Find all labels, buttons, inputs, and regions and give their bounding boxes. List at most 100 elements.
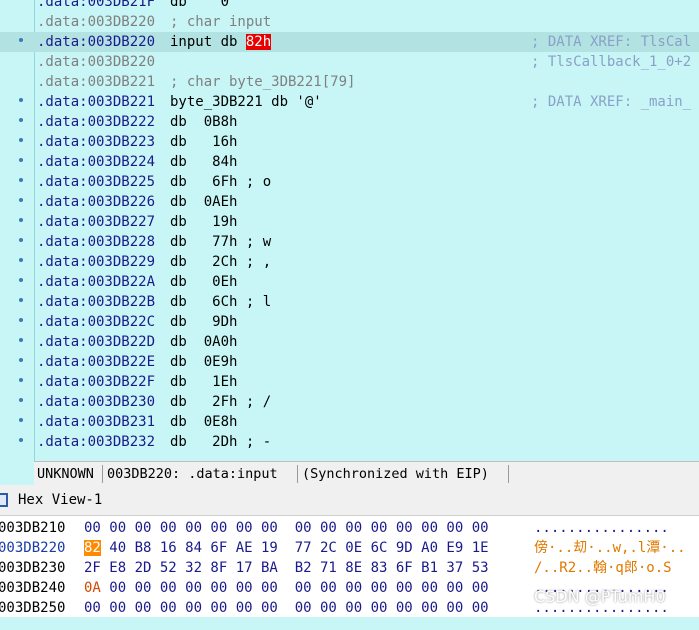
- disasm-line[interactable]: .data:003DB222 db 0B8h: [0, 112, 699, 132]
- disasm-line[interactable]: .data:003DB22A db 0Eh: [0, 272, 699, 292]
- disasm-code-text: db 2Fh ; /: [170, 394, 272, 410]
- disasm-address: .data:003DB221: [37, 74, 156, 90]
- hex-byte-highlight[interactable]: 82: [84, 540, 101, 556]
- hex-bytes[interactable]: 00 00 00 00 00 00 00 00 00 00 00 00 00 0…: [84, 518, 489, 538]
- disasm-code: db 0: [170, 0, 229, 12]
- breakpoint-dot-icon[interactable]: [19, 118, 23, 122]
- disasm-line[interactable]: .data:003DB225 db 6Fh ; o: [0, 172, 699, 192]
- disasm-line[interactable]: .data:003DB230 db 2Fh ; /: [0, 392, 699, 412]
- disassembly-view[interactable]: .data:003DB21F db 0 .data:003DB220 ; char i…: [0, 0, 699, 461]
- disasm-code-text: ; char input: [170, 14, 272, 30]
- breakpoint-dot-icon[interactable]: [19, 418, 23, 422]
- disasm-line[interactable]: .data:003DB220 ; char input: [0, 12, 699, 32]
- breakpoint-dot-icon[interactable]: [19, 158, 23, 162]
- disasm-address: .data:003DB225: [37, 174, 156, 190]
- disasm-code: db 0AEh: [170, 192, 237, 212]
- disasm-line[interactable]: .data:003DB21F db 0: [0, 0, 699, 12]
- disasm-line[interactable]: .data:003DB227 db 19h: [0, 212, 699, 232]
- disasm-code-text: db 19h: [170, 214, 238, 230]
- disasm-line[interactable]: .data:003DB22C db 9Dh: [0, 312, 699, 332]
- breakpoint-dot-icon[interactable]: [19, 178, 23, 182]
- hex-row[interactable]: 003DB220 82 40 B8 16 84 6F AE 19 77 2C 0E…: [0, 538, 699, 558]
- disasm-line[interactable]: .data:003DB224 db 84h: [0, 152, 699, 172]
- disasm-line[interactable]: .data:003DB22F db 1Eh: [0, 372, 699, 392]
- status-sync: (Synchronized with EIP): [302, 466, 489, 482]
- disasm-code-text: db 0A0h: [170, 334, 238, 350]
- disasm-line[interactable]: .data:003DB22E db 0E9h: [0, 352, 699, 372]
- disasm-line[interactable]: .data:003DB226 db 0AEh: [0, 192, 699, 212]
- disasm-code: db 2Ch ; ,: [170, 252, 271, 272]
- breakpoint-dot-icon[interactable]: [19, 338, 23, 342]
- disasm-address: .data:003DB221: [37, 94, 156, 110]
- disasm-code-text: db 77h ; w: [170, 234, 272, 250]
- disasm-line[interactable]: .data:003DB221 byte_3DB221 db '@' ; DATA X…: [0, 92, 699, 112]
- disasm-code: db 6Fh ; o: [170, 172, 271, 192]
- disasm-line[interactable]: .data:003DB228 db 77h ; w: [0, 232, 699, 252]
- status-location: 003DB220: .data:input: [107, 466, 278, 482]
- breakpoint-dot-icon[interactable]: [19, 278, 23, 282]
- hex-row[interactable]: 003DB230 2F E8 2D 52 32 8F 17 BA B2 71 8E…: [0, 558, 699, 578]
- hex-bytes[interactable]: 82 40 B8 16 84 6F AE 19 77 2C 0E 6C 9D A…: [84, 538, 489, 558]
- status-mode: UNKNOWN: [37, 466, 94, 482]
- disasm-code-text: db 0AEh: [170, 194, 238, 210]
- disasm-code-text: db 0E8h: [170, 414, 238, 430]
- hex-row[interactable]: 003DB210 00 00 00 00 00 00 00 00 00 00 00…: [0, 518, 699, 538]
- disasm-address: .data:003DB224: [37, 154, 156, 170]
- hex-byte-values: 00 00 00 00 00 00 00 00 00 00 00 00 00 0…: [100, 580, 489, 596]
- disasm-address: .data:003DB22C: [37, 314, 156, 330]
- breakpoint-dot-icon[interactable]: [19, 398, 23, 402]
- disasm-line[interactable]: .data:003DB22D db 0A0h: [0, 332, 699, 352]
- disasm-address: .data:003DB231: [37, 414, 156, 430]
- xref-comment[interactable]: ; DATA XREF: _main_: [531, 92, 691, 112]
- disasm-code: db 6Ch ; l: [170, 292, 271, 312]
- disasm-address: .data:003DB222: [37, 114, 156, 130]
- hex-bytes[interactable]: 2F E8 2D 52 32 8F 17 BA B2 71 8E 83 6F B…: [84, 558, 489, 578]
- disasm-address: .data:003DB22F: [37, 374, 156, 390]
- disasm-code: byte_3DB221 db '@': [170, 92, 322, 112]
- disasm-code-text: db 6Ch ; l: [170, 294, 272, 310]
- breakpoint-dot-icon[interactable]: [19, 198, 23, 202]
- breakpoint-dot-icon[interactable]: [19, 358, 23, 362]
- disasm-line[interactable]: .data:003DB229 db 2Ch ; ,: [0, 252, 699, 272]
- breakpoint-dot-icon[interactable]: [19, 138, 23, 142]
- breakpoint-dot-icon[interactable]: [19, 38, 23, 42]
- hex-view-header[interactable]: Hex View-1: [0, 485, 699, 516]
- disasm-code: db 16h: [170, 132, 237, 152]
- hex-byte-values: 00 00 00 00 00 00 00 00 00 00 00 00 00 0…: [84, 520, 489, 536]
- hex-address: 003DB210: [0, 520, 66, 536]
- breakpoint-dot-icon[interactable]: [19, 258, 23, 262]
- breakpoint-dot-icon[interactable]: [19, 238, 23, 242]
- disasm-line[interactable]: .data:003DB221 ; char byte_3DB221[79]: [0, 72, 699, 92]
- hex-bytes[interactable]: 0A 00 00 00 00 00 00 00 00 00 00 00 00 0…: [84, 578, 489, 598]
- disasm-line[interactable]: .data:003DB231 db 0E8h: [0, 412, 699, 432]
- disasm-line[interactable]: .data:003DB223 db 16h: [0, 132, 699, 152]
- disasm-line[interactable]: .data:003DB220 input db 82h ; DATA XREF: T…: [0, 32, 699, 52]
- breakpoint-dot-icon[interactable]: [19, 318, 23, 322]
- status-divider: [508, 465, 509, 483]
- disasm-address: .data:003DB220: [37, 54, 156, 70]
- disasm-line[interactable]: .data:003DB22B db 6Ch ; l: [0, 292, 699, 312]
- breakpoint-dot-icon[interactable]: [19, 98, 23, 102]
- breakpoint-dot-icon[interactable]: [19, 438, 23, 442]
- xref-comment[interactable]: ; TlsCallback_1_0+2: [531, 52, 691, 72]
- breakpoint-dot-icon[interactable]: [19, 218, 23, 222]
- disasm-code-text: ; char byte_3DB221[79]: [170, 74, 356, 90]
- selected-operand[interactable]: 82h: [245, 34, 272, 50]
- hex-byte-values: 40 B8 16 84 6F AE 19 77 2C 0E 6C 9D A0 E…: [100, 540, 489, 556]
- status-bar: UNKNOWN 003DB220: .data:input (Synchroni…: [34, 461, 699, 486]
- xref-comment[interactable]: ; DATA XREF: TlsCal: [531, 32, 691, 52]
- breakpoint-dot-icon[interactable]: [19, 298, 23, 302]
- hex-bytes[interactable]: 00 00 00 00 00 00 00 00 00 00 00 00 00 0…: [84, 598, 489, 618]
- hex-byte-highlight[interactable]: 0A: [84, 580, 101, 596]
- disasm-line[interactable]: .data:003DB232 db 2Dh ; -: [0, 432, 699, 452]
- disasm-code-text: db 0: [170, 0, 230, 10]
- disasm-code: db 84h: [170, 152, 237, 172]
- disasm-code: db 0Eh: [170, 272, 237, 292]
- disasm-code-text: byte_3DB221 db '@': [170, 94, 322, 110]
- disasm-address: .data:003DB22D: [37, 334, 156, 350]
- breakpoint-dot-icon[interactable]: [19, 378, 23, 382]
- disasm-code: db 19h: [170, 212, 237, 232]
- disasm-line[interactable]: .data:003DB220 ; TlsCallback_1_0+2: [0, 52, 699, 72]
- disasm-code: ; char input: [170, 12, 271, 32]
- disasm-address: .data:003DB220: [37, 34, 156, 50]
